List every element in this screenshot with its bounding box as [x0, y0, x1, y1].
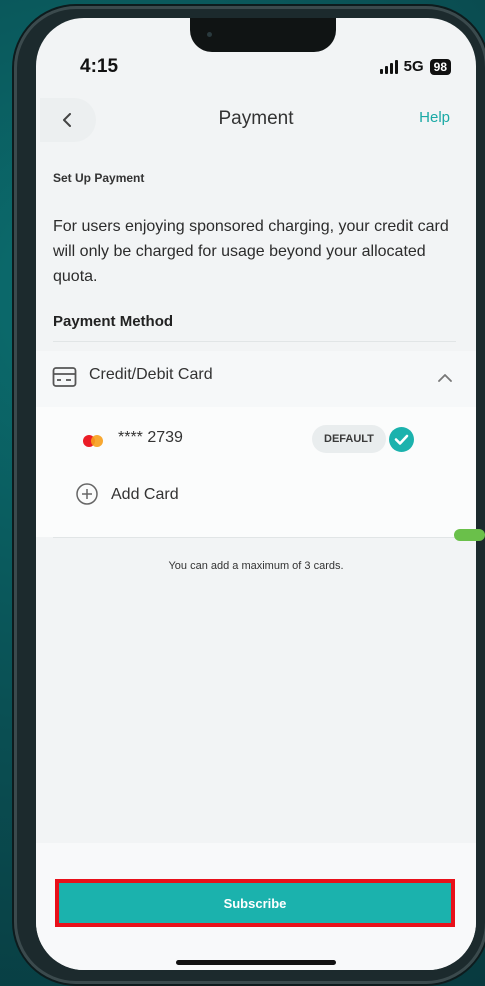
signal-icon [379, 59, 398, 74]
subscribe-button[interactable]: Subscribe [55, 879, 455, 927]
mastercard-icon [83, 435, 103, 447]
phone-frame: 4:15 5G 98 Payment Help Set Up Payment F… [14, 6, 485, 984]
card-icon [52, 367, 77, 387]
setup-heading: Set Up Payment [53, 171, 145, 185]
help-link[interactable]: Help [419, 109, 450, 126]
status-time: 4:15 [80, 56, 119, 77]
camera-dot [207, 32, 212, 37]
divider [53, 341, 456, 342]
side-button [454, 529, 485, 541]
page-title: Payment [218, 108, 294, 129]
chevron-up-icon [438, 374, 452, 382]
home-indicator [176, 960, 336, 965]
divider [53, 537, 456, 538]
credit-card-section-toggle[interactable]: Credit/Debit Card [36, 351, 476, 407]
network-label: 5G [403, 58, 424, 75]
app-screen: 4:15 5G 98 Payment Help Set Up Payment F… [36, 18, 476, 970]
max-cards-note: You can add a maximum of 3 cards. [168, 560, 344, 572]
plus-circle-icon [76, 483, 98, 505]
card-number: **** 2739 [118, 429, 183, 446]
cards-list: **** 2739 DEFAULT Add Card [36, 407, 476, 537]
status-indicators: 5G 98 [379, 58, 451, 75]
card-type-label: Credit/Debit Card [89, 366, 213, 383]
add-card-label: Add Card [111, 486, 179, 503]
payment-method-heading: Payment Method [53, 313, 174, 330]
notch [190, 18, 336, 52]
default-badge: DEFAULT [312, 425, 386, 453]
selected-check-icon[interactable] [389, 427, 414, 452]
battery-icon: 98 [429, 58, 451, 75]
setup-description: For users enjoying sponsored charging, y… [53, 218, 449, 285]
